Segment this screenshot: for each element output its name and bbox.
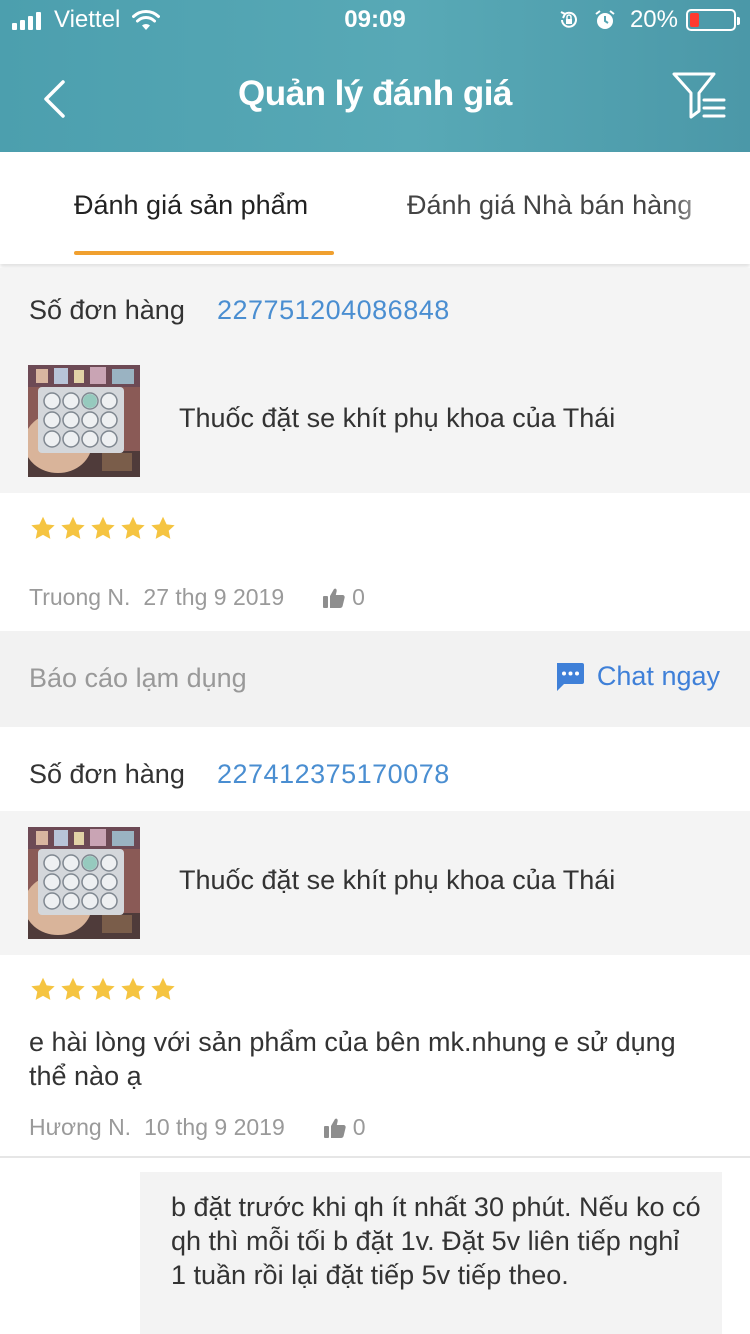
tab-product-reviews[interactable]: Đánh giá sản phẩm — [74, 190, 308, 221]
review-actions: Báo cáo lạm dụng Chat ngay — [0, 631, 750, 727]
review-meta: Truong N. 27 thg 9 2019 0 — [29, 584, 365, 611]
divider — [0, 1156, 750, 1158]
star-icon — [61, 516, 85, 539]
order-row: Số đơn hàng 227751204086848 — [0, 268, 750, 354]
star-icon — [91, 977, 115, 1000]
star-rating — [29, 515, 179, 543]
review-meta: Hương N. 10 thg 9 2019 0 — [29, 1114, 366, 1141]
page-title: Quản lý đánh giá — [238, 74, 512, 113]
seller-reply-text: b đặt trước khi qh ít nhất 30 phút. Nếu … — [171, 1192, 701, 1290]
star-rating — [29, 976, 179, 1004]
product-row[interactable]: Thuốc đặt se khít phụ khoa của Thái — [0, 349, 750, 493]
thumbs-up-icon — [323, 1118, 346, 1138]
star-icon — [151, 977, 175, 1000]
reviewer-name: Truong N. — [29, 584, 131, 610]
like-button[interactable]: 0 — [322, 584, 365, 611]
like-count: 0 — [352, 1114, 366, 1140]
star-icon — [121, 516, 145, 539]
product-row[interactable]: Thuốc đặt se khít phụ khoa của Thái — [0, 811, 750, 955]
order-number-link[interactable]: 227412375170078 — [217, 759, 450, 790]
chat-bubble-icon — [556, 663, 584, 691]
tab-overflow-fade — [670, 152, 750, 264]
review-body: Truong N. 27 thg 9 2019 0 — [0, 493, 750, 631]
review-date: 10 thg 9 2019 — [144, 1114, 285, 1140]
like-count: 0 — [352, 584, 365, 610]
star-icon — [151, 516, 175, 539]
filter-icon — [672, 72, 726, 119]
product-image — [28, 827, 140, 939]
status-bar: Viettel 09:09 20% — [0, 0, 750, 40]
active-tab-indicator — [74, 251, 334, 255]
product-name: Thuốc đặt se khít phụ khoa của Thái — [179, 865, 616, 895]
filter-button[interactable] — [670, 70, 730, 122]
battery-percent: 20% — [629, 6, 678, 33]
battery-icon — [686, 9, 740, 31]
seller-reply: b đặt trước khi qh ít nhất 30 phút. Nếu … — [140, 1172, 722, 1334]
review-text: e hài lòng với sản phẩm của bên mk.nhung… — [29, 1027, 676, 1091]
order-number-link[interactable]: 227751204086848 — [217, 295, 450, 326]
thumbs-up-icon — [323, 588, 345, 608]
order-label: Số đơn hàng — [29, 295, 185, 325]
product-thumbnail — [28, 827, 140, 939]
star-icon — [31, 516, 55, 539]
product-name: Thuốc đặt se khít phụ khoa của Thái — [179, 403, 616, 433]
status-right: 20% — [558, 6, 740, 34]
review-date: 27 thg 9 2019 — [143, 584, 285, 610]
star-icon — [91, 516, 115, 539]
product-image — [28, 365, 140, 477]
order-label: Số đơn hàng — [29, 759, 185, 789]
chat-now-button[interactable]: Chat ngay — [554, 661, 720, 692]
chat-now-label: Chat ngay — [596, 661, 720, 691]
star-icon — [121, 977, 145, 1000]
report-abuse-link[interactable]: Báo cáo lạm dụng — [29, 663, 247, 694]
review-body: e hài lòng với sản phẩm của bên mk.nhung… — [0, 955, 750, 1155]
star-icon — [61, 977, 85, 1000]
review-tabs: Đánh giá sản phẩm Đánh giá Nhà bán hàng — [0, 152, 750, 264]
rotation-lock-icon — [560, 11, 577, 28]
tab-seller-reviews[interactable]: Đánh giá Nhà bán hàng — [407, 190, 692, 221]
app-header: Viettel 09:09 20% Quản lý đánh giá — [0, 0, 750, 152]
product-thumbnail — [28, 365, 140, 477]
alarm-icon — [595, 10, 615, 29]
star-icon — [31, 977, 55, 1000]
like-button[interactable]: 0 — [323, 1114, 366, 1141]
order-row: Số đơn hàng 227412375170078 — [0, 727, 750, 813]
reviewer-name: Hương N. — [29, 1114, 132, 1140]
